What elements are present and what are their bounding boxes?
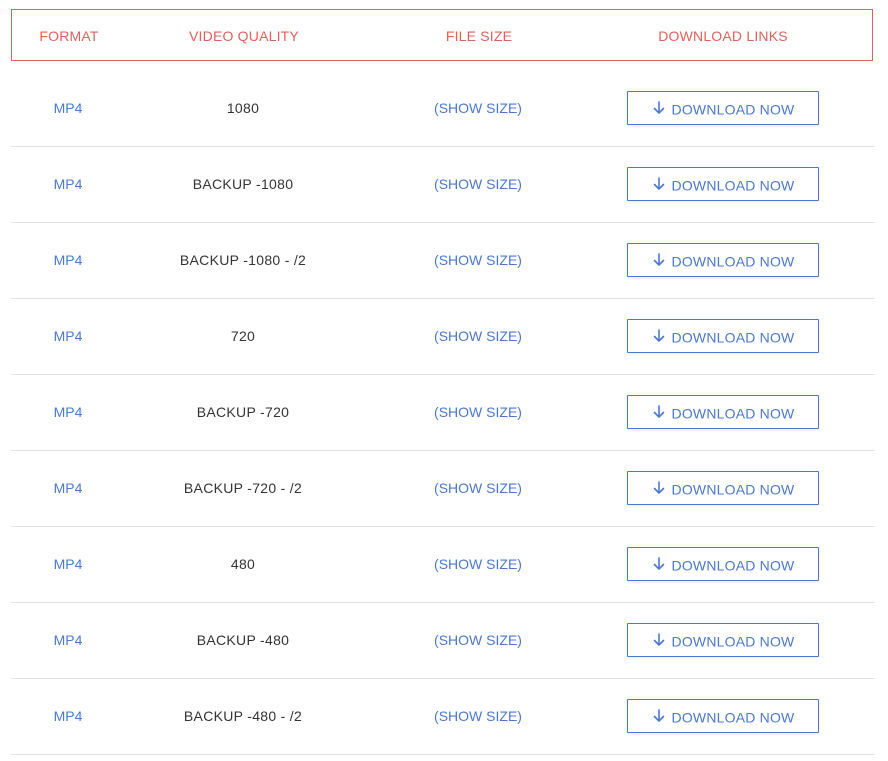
format-cell: MP4	[53, 708, 83, 724]
arrow-down-icon	[653, 556, 664, 570]
arrow-down-icon	[653, 252, 664, 266]
table-body: MP4 1080 (SHOW SIZE) DOWNLOAD NOW MP4 BA…	[11, 71, 875, 755]
download-now-button[interactable]: DOWNLOAD NOW	[627, 547, 819, 581]
table-row: MP4 480 (SHOW SIZE) DOWNLOAD NOW	[11, 527, 875, 603]
download-button-label: DOWNLOAD NOW	[671, 405, 795, 422]
table-row: MP4 BACKUP -720 - /2 (SHOW SIZE) DOWNLOA…	[11, 451, 875, 527]
arrow-down-icon	[653, 176, 664, 190]
header-video-quality: VIDEO QUALITY	[189, 28, 299, 44]
show-size-link[interactable]: (SHOW SIZE)	[434, 603, 522, 678]
quality-cell: BACKUP -1080	[192, 176, 294, 192]
download-now-button[interactable]: DOWNLOAD NOW	[627, 319, 819, 353]
download-now-button[interactable]: DOWNLOAD NOW	[627, 167, 819, 201]
table-row: MP4 BACKUP -480 (SHOW SIZE) DOWNLOAD NOW	[11, 603, 875, 679]
download-now-button[interactable]: DOWNLOAD NOW	[627, 395, 819, 429]
format-cell: MP4	[53, 480, 83, 496]
quality-cell: BACKUP -480 - /2	[183, 708, 303, 724]
download-now-button[interactable]: DOWNLOAD NOW	[627, 699, 819, 733]
quality-cell: 1080	[226, 100, 260, 116]
arrow-down-icon	[653, 480, 664, 494]
show-size-link[interactable]: (SHOW SIZE)	[434, 527, 522, 602]
arrow-down-icon	[653, 404, 664, 418]
table-header: FORMAT VIDEO QUALITY FILE SIZE DOWNLOAD …	[11, 9, 873, 61]
table-row: MP4 720 (SHOW SIZE) DOWNLOAD NOW	[11, 299, 875, 375]
arrow-down-icon	[653, 708, 664, 722]
arrow-down-icon	[653, 632, 664, 646]
quality-cell: 720	[230, 328, 256, 344]
show-size-link[interactable]: (SHOW SIZE)	[434, 299, 522, 374]
table-row: MP4 1080 (SHOW SIZE) DOWNLOAD NOW	[11, 71, 875, 147]
download-button-label: DOWNLOAD NOW	[671, 253, 795, 270]
quality-cell: 480	[230, 556, 256, 572]
download-now-button[interactable]: DOWNLOAD NOW	[627, 243, 819, 277]
download-now-button[interactable]: DOWNLOAD NOW	[627, 471, 819, 505]
quality-cell: BACKUP -1080 - /2	[179, 252, 307, 268]
header-format: FORMAT	[39, 28, 99, 44]
download-button-label: DOWNLOAD NOW	[671, 177, 795, 194]
quality-cell: BACKUP -720	[196, 404, 290, 420]
show-size-link[interactable]: (SHOW SIZE)	[434, 375, 522, 450]
format-cell: MP4	[53, 176, 83, 192]
quality-cell: BACKUP -480	[196, 632, 290, 648]
download-button-label: DOWNLOAD NOW	[671, 101, 795, 118]
format-cell: MP4	[53, 100, 83, 116]
downloads-table: FORMAT VIDEO QUALITY FILE SIZE DOWNLOAD …	[0, 0, 888, 761]
arrow-down-icon	[653, 100, 664, 114]
table-row: MP4 BACKUP -1080 - /2 (SHOW SIZE) DOWNLO…	[11, 223, 875, 299]
show-size-link[interactable]: (SHOW SIZE)	[434, 451, 522, 526]
show-size-link[interactable]: (SHOW SIZE)	[434, 679, 522, 754]
format-cell: MP4	[53, 328, 83, 344]
show-size-link[interactable]: (SHOW SIZE)	[434, 147, 522, 222]
download-now-button[interactable]: DOWNLOAD NOW	[627, 91, 819, 125]
table-row: MP4 BACKUP -1080 (SHOW SIZE) DOWNLOAD NO…	[11, 147, 875, 223]
format-cell: MP4	[53, 632, 83, 648]
download-button-label: DOWNLOAD NOW	[671, 329, 795, 346]
download-button-label: DOWNLOAD NOW	[671, 709, 795, 726]
format-cell: MP4	[53, 404, 83, 420]
download-button-label: DOWNLOAD NOW	[671, 557, 795, 574]
show-size-link[interactable]: (SHOW SIZE)	[434, 223, 522, 298]
table-row: MP4 BACKUP -720 (SHOW SIZE) DOWNLOAD NOW	[11, 375, 875, 451]
format-cell: MP4	[53, 556, 83, 572]
format-cell: MP4	[53, 252, 83, 268]
quality-cell: BACKUP -720 - /2	[183, 480, 303, 496]
download-button-label: DOWNLOAD NOW	[671, 481, 795, 498]
arrow-down-icon	[653, 328, 664, 342]
header-download-links: DOWNLOAD LINKS	[658, 28, 788, 44]
header-file-size: FILE SIZE	[445, 28, 513, 44]
table-row: MP4 BACKUP -480 - /2 (SHOW SIZE) DOWNLOA…	[11, 679, 875, 755]
show-size-link[interactable]: (SHOW SIZE)	[434, 71, 522, 146]
download-button-label: DOWNLOAD NOW	[671, 633, 795, 650]
download-now-button[interactable]: DOWNLOAD NOW	[627, 623, 819, 657]
